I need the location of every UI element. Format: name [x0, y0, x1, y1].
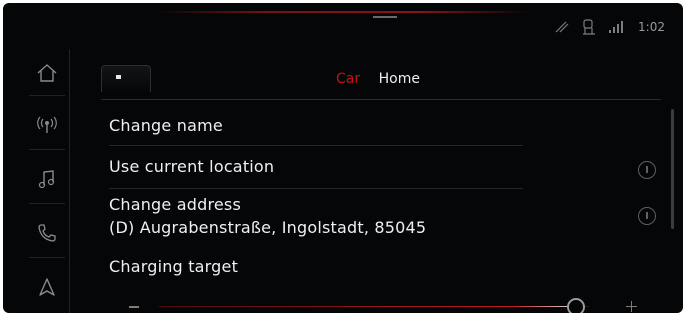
- clock: 1:02: [638, 20, 665, 34]
- minus-icon[interactable]: [129, 306, 139, 308]
- use-current-location-item[interactable]: Use current location: [109, 157, 274, 176]
- lte-signal-icon: [608, 20, 626, 34]
- nav-media-button[interactable]: [25, 159, 69, 199]
- nav-phone-button[interactable]: [25, 213, 69, 253]
- radio-icon: [36, 115, 58, 135]
- status-bar: 1:02: [3, 3, 683, 49]
- home-icon: [36, 63, 58, 83]
- tab-home[interactable]: Home: [379, 71, 420, 87]
- car-user-icon: [582, 19, 596, 35]
- change-address-label: Change address: [109, 195, 242, 214]
- row-divider: [109, 188, 523, 189]
- row-divider: [109, 145, 523, 146]
- nav-radio-button[interactable]: [25, 105, 69, 145]
- change-name-item[interactable]: Change name: [109, 116, 223, 135]
- infotainment-screen: 1:02 Car Home Change name Use current lo…: [3, 3, 683, 313]
- charging-target-label: Charging target: [109, 257, 239, 276]
- phone-icon: [37, 223, 57, 243]
- tab-car[interactable]: Car: [336, 71, 360, 87]
- status-icons: 1:02: [554, 19, 665, 35]
- slider-knob[interactable]: [567, 298, 586, 313]
- scrollbar[interactable]: [671, 109, 674, 229]
- current-address-value: (D) Augrabenstraße, Ingolstadt, 85045: [109, 218, 427, 237]
- slider-fill: [159, 306, 577, 307]
- use-current-location-info-icon[interactable]: [638, 161, 656, 179]
- plus-icon[interactable]: [626, 301, 637, 312]
- charging-target-slider[interactable]: [119, 297, 639, 313]
- top-accent-line: [153, 11, 533, 13]
- tilt-phone-icon: [554, 20, 570, 34]
- navigation-icon: [38, 277, 56, 297]
- pull-down-handle[interactable]: [373, 16, 397, 18]
- header-divider: [101, 99, 661, 100]
- nav-home-button[interactable]: [25, 53, 69, 93]
- side-navigation: [25, 49, 70, 313]
- music-icon: [38, 169, 56, 189]
- location-tabs: Car Home: [83, 71, 673, 87]
- nav-navigation-button[interactable]: [25, 267, 69, 307]
- address-settings-panel: Car Home Change name Use current locatio…: [83, 49, 674, 313]
- change-address-info-icon[interactable]: [638, 207, 656, 225]
